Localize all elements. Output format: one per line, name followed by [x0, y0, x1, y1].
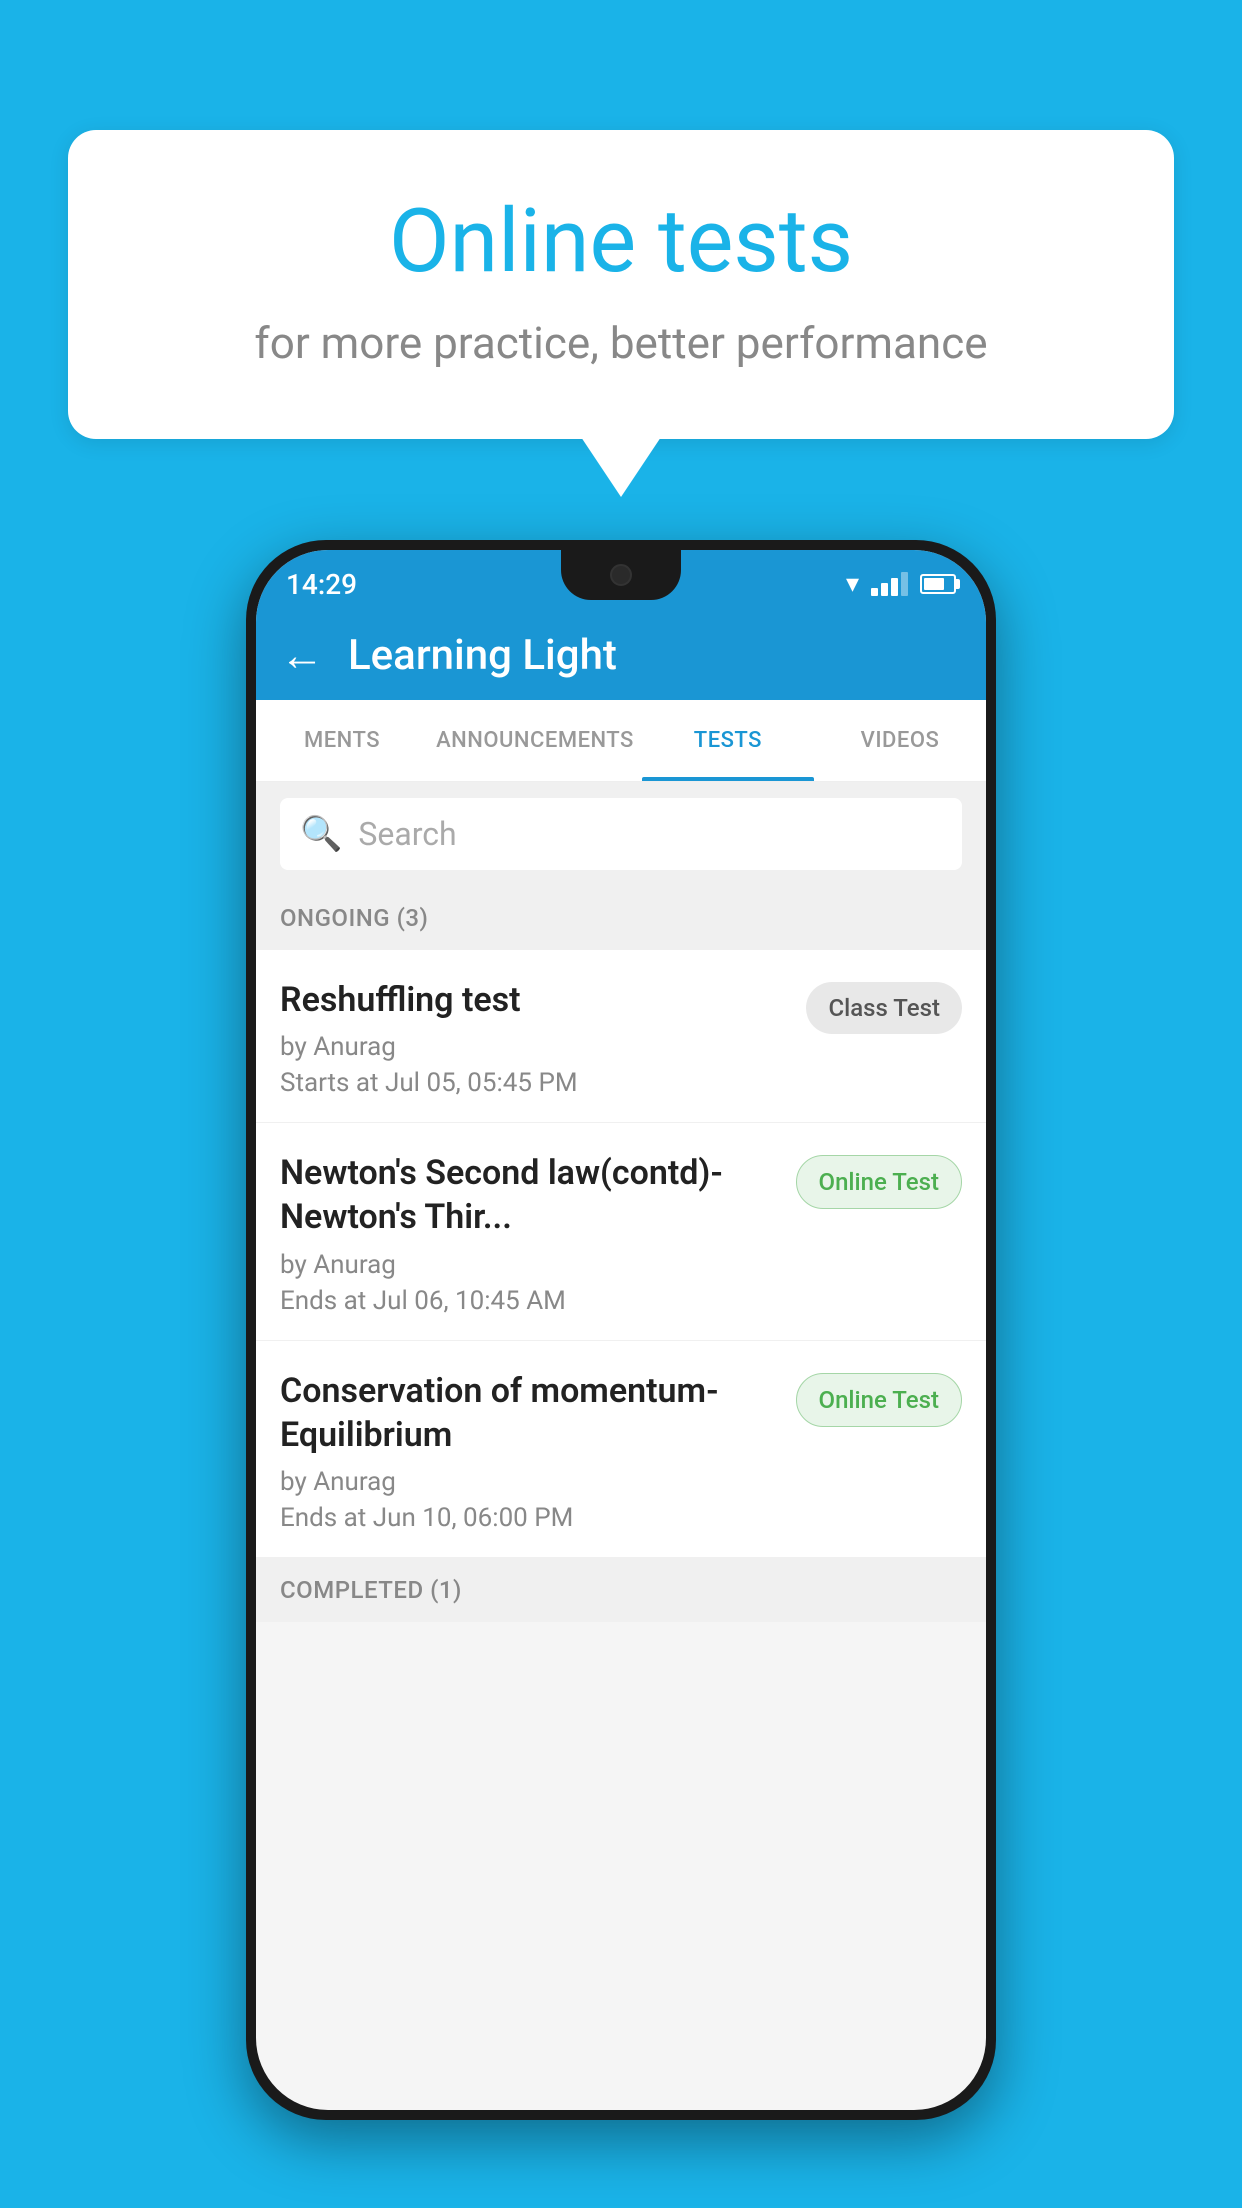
back-button[interactable]: ←: [280, 629, 324, 681]
test-item[interactable]: Conservation of momentum-Equilibrium by …: [256, 1341, 986, 1558]
test-name: Reshuffling test: [280, 978, 790, 1022]
test-content: Newton's Second law(contd)-Newton's Thir…: [280, 1151, 780, 1315]
test-author: by Anurag: [280, 1250, 780, 1280]
test-content: Conservation of momentum-Equilibrium by …: [280, 1369, 780, 1533]
test-date: Starts at Jul 05, 05:45 PM: [280, 1068, 790, 1098]
wifi-icon: ▾: [846, 569, 859, 599]
search-icon: 🔍: [300, 814, 342, 854]
signal-bar-4: [901, 572, 908, 596]
tab-ments[interactable]: MENTS: [256, 700, 428, 781]
app-bar: ← Learning Light: [256, 610, 986, 700]
signal-bar-3: [891, 578, 898, 596]
signal-bar-1: [871, 588, 878, 596]
phone-body: 14:29 ▾: [246, 540, 996, 2120]
phone-container: 14:29 ▾: [246, 540, 996, 2120]
tab-announcements[interactable]: ANNOUNCEMENTS: [428, 700, 642, 781]
test-content: Reshuffling test by Anurag Starts at Jul…: [280, 978, 790, 1098]
test-name: Conservation of momentum-Equilibrium: [280, 1369, 780, 1457]
speech-bubble-subtitle: for more practice, better performance: [148, 317, 1094, 369]
test-badge-online: Online Test: [796, 1155, 962, 1209]
front-camera: [610, 564, 632, 586]
ongoing-section-header: ONGOING (3): [256, 886, 986, 950]
test-item[interactable]: Newton's Second law(contd)-Newton's Thir…: [256, 1123, 986, 1340]
phone-notch: [561, 550, 681, 600]
phone-screen: 14:29 ▾: [256, 550, 986, 2110]
status-icons: ▾: [846, 569, 956, 599]
speech-bubble-title: Online tests: [148, 190, 1094, 293]
test-badge-online: Online Test: [796, 1373, 962, 1427]
test-date: Ends at Jun 10, 06:00 PM: [280, 1503, 780, 1533]
app-title: Learning Light: [348, 631, 617, 680]
status-time: 14:29: [286, 568, 357, 601]
signal-bar-2: [881, 583, 888, 596]
tab-tests[interactable]: TESTS: [642, 700, 814, 781]
test-date: Ends at Jul 06, 10:45 AM: [280, 1286, 780, 1316]
test-badge-class: Class Test: [806, 982, 962, 1034]
speech-bubble-container: Online tests for more practice, better p…: [68, 130, 1174, 497]
search-container: 🔍 Search: [256, 782, 986, 886]
test-item[interactable]: Reshuffling test by Anurag Starts at Jul…: [256, 950, 986, 1123]
test-author: by Anurag: [280, 1032, 790, 1062]
search-bar[interactable]: 🔍 Search: [280, 798, 962, 870]
signal-bars: [871, 572, 908, 596]
test-list: Reshuffling test by Anurag Starts at Jul…: [256, 950, 986, 1558]
speech-bubble-arrow: [581, 437, 661, 497]
search-placeholder: Search: [358, 815, 456, 853]
tabs-container: MENTS ANNOUNCEMENTS TESTS VIDEOS: [256, 700, 986, 782]
speech-bubble: Online tests for more practice, better p…: [68, 130, 1174, 439]
completed-section-header: COMPLETED (1): [256, 1558, 986, 1622]
test-name: Newton's Second law(contd)-Newton's Thir…: [280, 1151, 780, 1239]
battery-fill: [924, 578, 944, 590]
battery-icon: [920, 574, 956, 594]
tab-videos[interactable]: VIDEOS: [814, 700, 986, 781]
test-author: by Anurag: [280, 1467, 780, 1497]
